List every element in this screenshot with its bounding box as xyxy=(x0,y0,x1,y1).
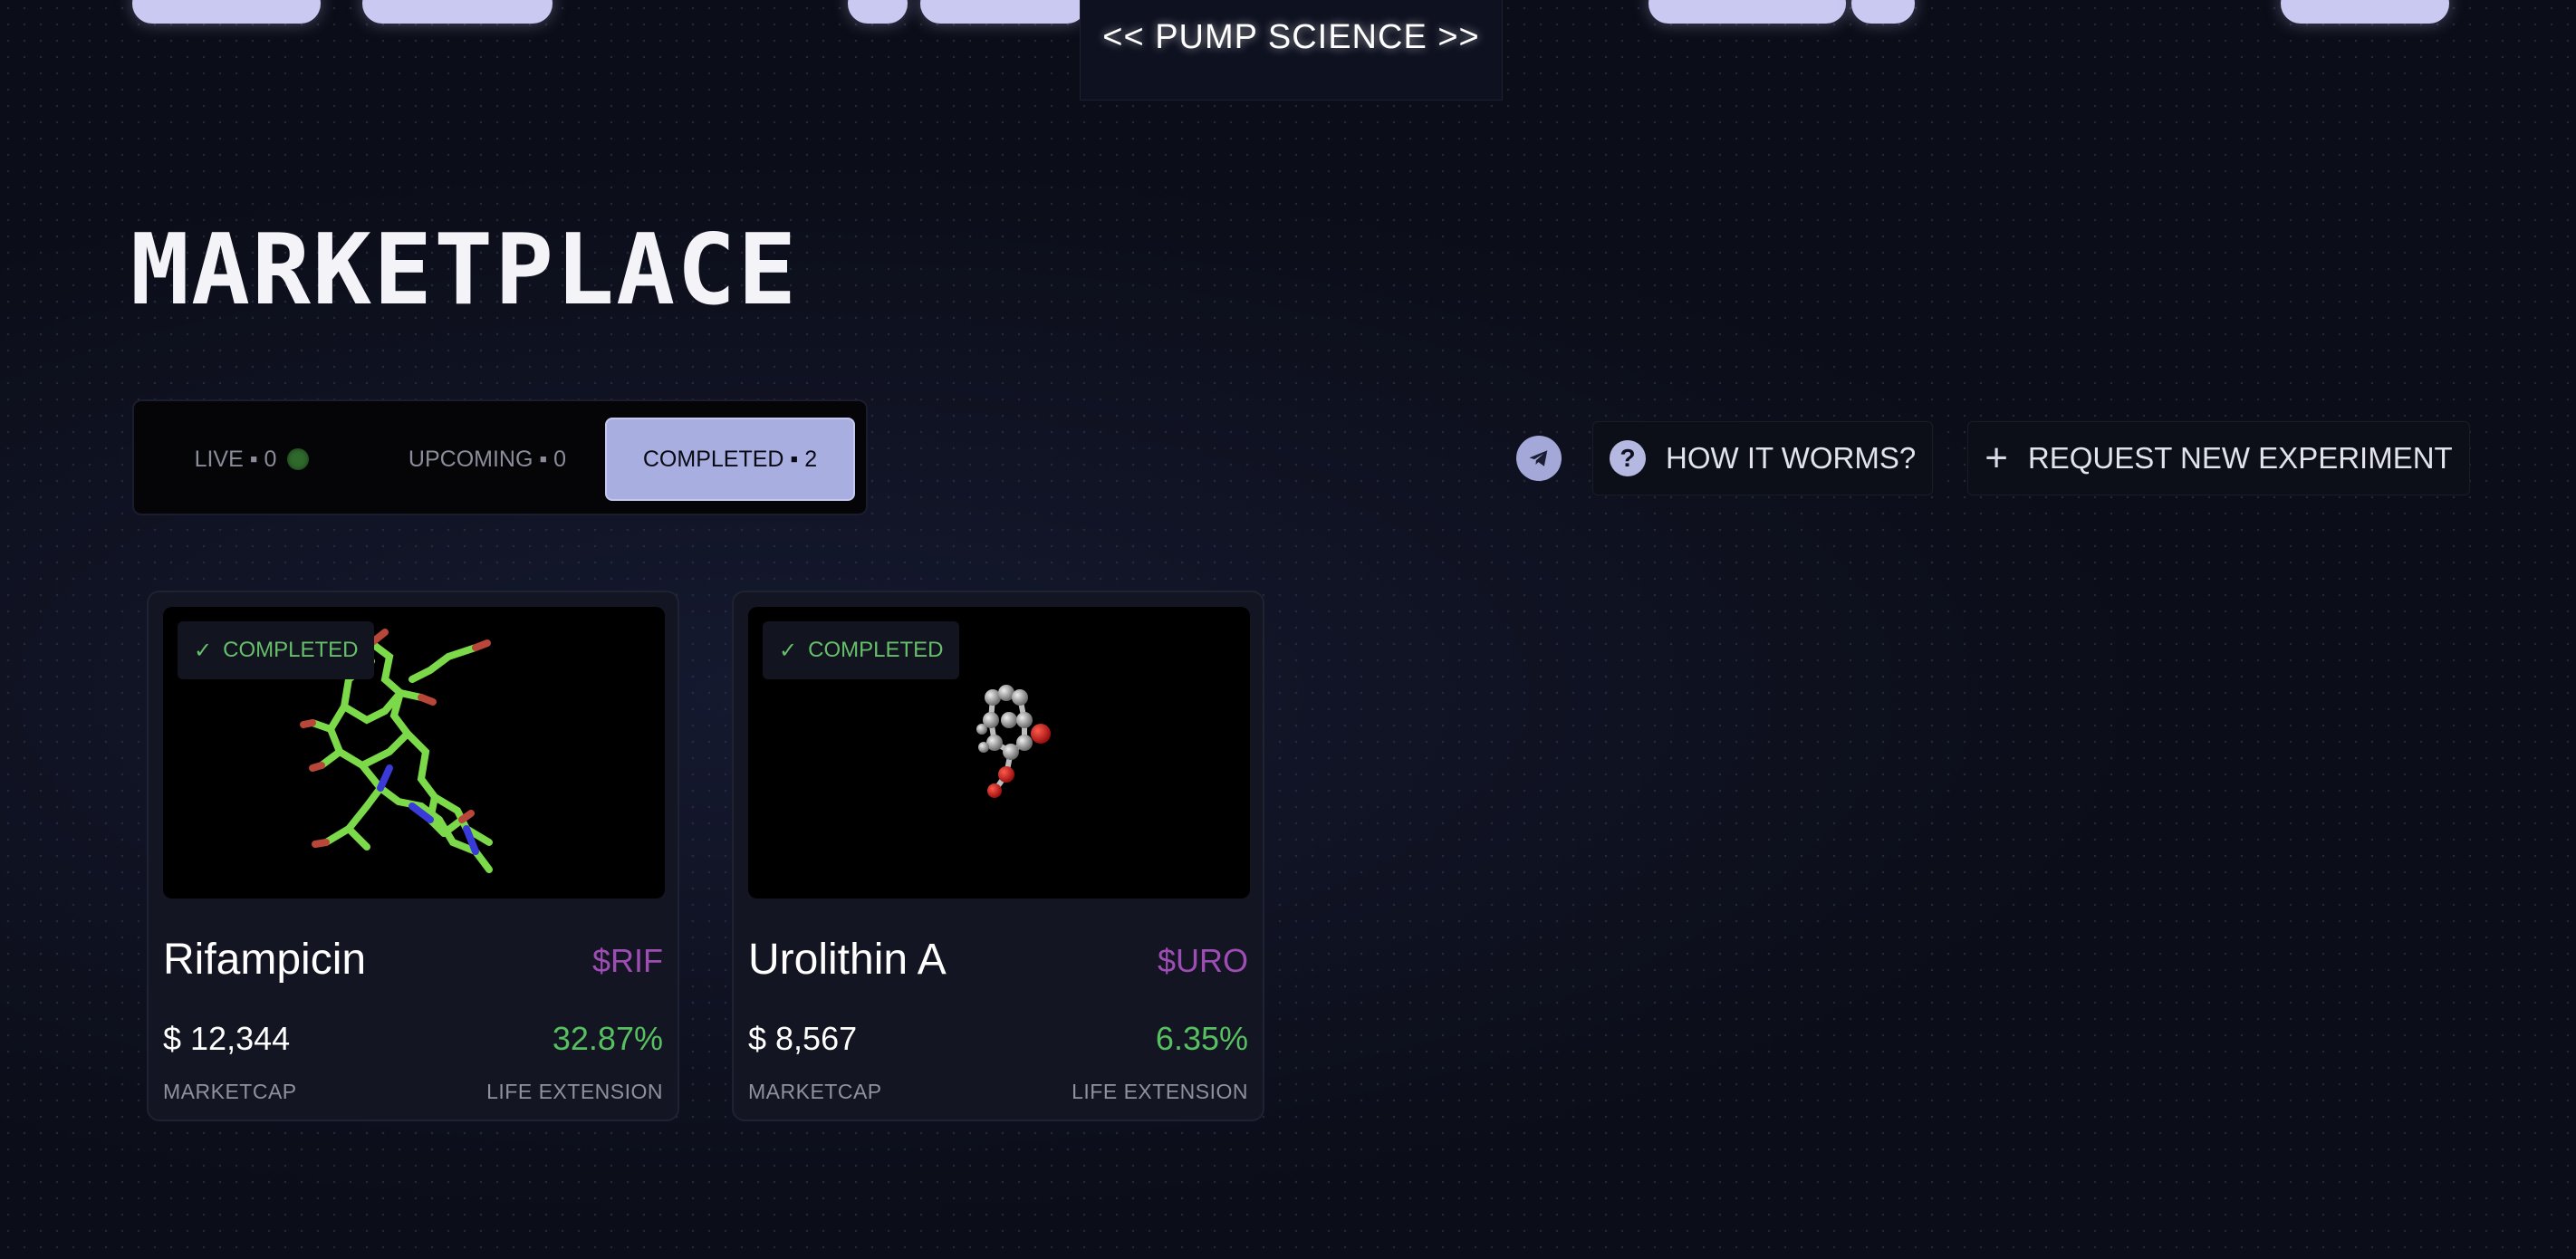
request-experiment-label: REQUEST NEW EXPERIMENT xyxy=(2027,441,2453,475)
live-indicator-icon xyxy=(287,448,310,470)
check-icon: ✓ xyxy=(779,638,798,663)
status-badge-label: COMPLETED xyxy=(808,638,944,662)
check-icon: ✓ xyxy=(194,638,213,663)
cloud-decoration xyxy=(362,0,553,24)
life-extension-label: LIFE EXTENSION xyxy=(486,1080,663,1103)
action-bar: ? HOW IT WORMS? + REQUEST NEW EXPERIMENT xyxy=(1516,420,2470,496)
tab-live-label: LIVE ▪ 0 xyxy=(194,446,277,472)
marketcap-label: MARKETCAP xyxy=(748,1080,882,1103)
tab-completed-label: COMPLETED ▪ 2 xyxy=(642,446,818,472)
tab-upcoming[interactable]: UPCOMING ▪ 0 xyxy=(379,418,596,501)
card-title: Urolithin A xyxy=(748,936,947,984)
life-extension-label: LIFE EXTENSION xyxy=(1072,1080,1248,1103)
how-it-worms-label: HOW IT WORMS? xyxy=(1666,441,1917,475)
card-title: Rifampicin xyxy=(163,936,367,984)
molecule-image: ✓ COMPLETED xyxy=(163,607,665,899)
status-badge-label: COMPLETED xyxy=(223,638,359,662)
tab-completed[interactable]: COMPLETED ▪ 2 xyxy=(605,418,855,501)
cloud-decoration xyxy=(132,0,321,24)
marketcap-value: $ 8,567 xyxy=(748,1020,858,1057)
telegram-button[interactable] xyxy=(1516,436,1562,481)
life-extension-value: 32.87% xyxy=(552,1020,663,1057)
marketcap-value: $ 12,344 xyxy=(163,1020,291,1057)
telegram-icon xyxy=(1529,450,1548,466)
tab-live[interactable]: LIVE ▪ 0 xyxy=(152,418,351,501)
molecule-image: ✓ COMPLETED xyxy=(748,607,1250,899)
plus-icon: + xyxy=(1985,436,2008,480)
how-it-worms-button[interactable]: ? HOW IT WORMS? xyxy=(1592,421,1934,495)
cloud-decoration xyxy=(1648,0,1846,24)
brand-logo[interactable]: << PUMP SCIENCE >> xyxy=(1102,18,1479,57)
cloud-decoration xyxy=(920,0,1087,24)
life-extension-value: 6.35% xyxy=(1155,1020,1248,1057)
page-title: MARKETPLACE xyxy=(130,214,799,327)
cloud-decoration xyxy=(848,0,908,24)
status-badge: ✓ COMPLETED xyxy=(178,621,375,679)
status-filter-tabs: LIVE ▪ 0 UPCOMING ▪ 0 COMPLETED ▪ 2 xyxy=(132,399,868,515)
header-bar: << PUMP SCIENCE >> xyxy=(1080,0,1503,101)
marketcap-label: MARKETCAP xyxy=(163,1080,297,1103)
cloud-decoration xyxy=(1851,0,1915,24)
experiment-card-urolithin-a[interactable]: ✓ COMPLETED Urolithin A $URO $ 8,567 6.3… xyxy=(732,591,1264,1121)
status-badge: ✓ COMPLETED xyxy=(763,621,960,679)
request-experiment-button[interactable]: + REQUEST NEW EXPERIMENT xyxy=(1967,421,2470,495)
experiment-card-rifampicin[interactable]: ✓ COMPLETED Rifampicin $RIF $ 12,344 32.… xyxy=(147,591,679,1121)
help-icon: ? xyxy=(1610,440,1646,476)
ticker-symbol: $RIF xyxy=(591,942,663,979)
tab-upcoming-label: UPCOMING ▪ 0 xyxy=(408,446,567,472)
cloud-decoration xyxy=(2281,0,2449,24)
ticker-symbol: $URO xyxy=(1157,942,1248,979)
